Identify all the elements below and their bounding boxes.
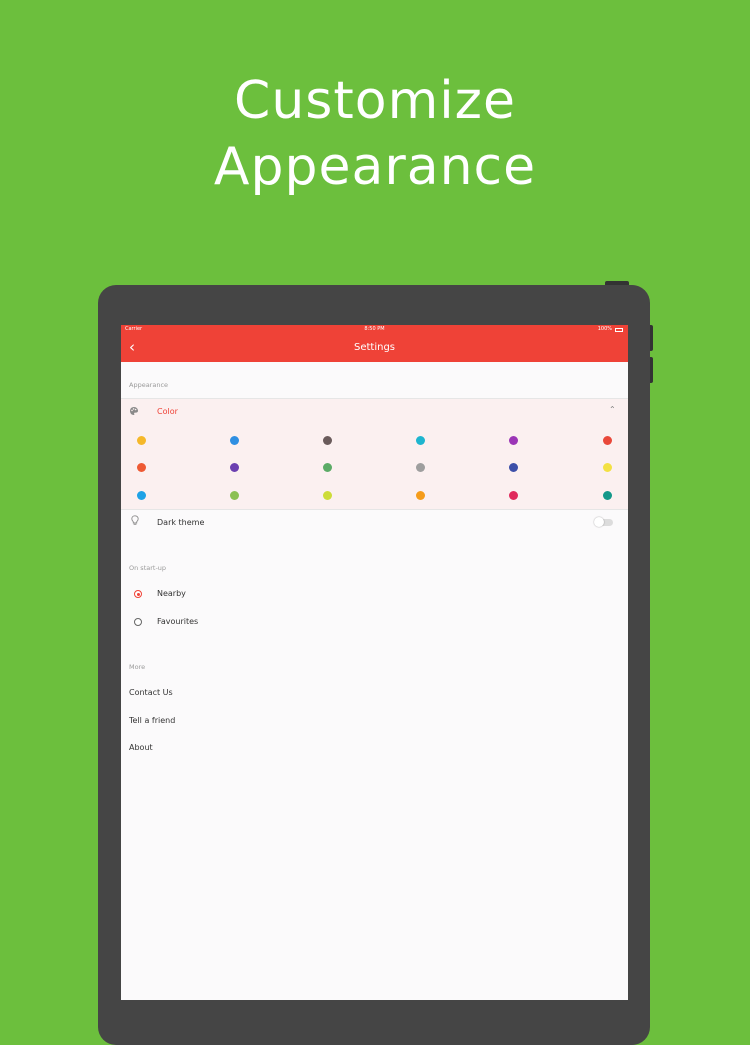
dark-theme-toggle[interactable]	[594, 517, 613, 527]
headline-line-1: Customize	[234, 71, 516, 131]
more-item-contact-us[interactable]: Contact Us	[129, 688, 173, 697]
radio-favourites[interactable]	[134, 618, 142, 626]
dark-theme-row[interactable]: Dark theme	[121, 510, 628, 536]
section-label-appearance: Appearance	[129, 381, 169, 389]
color-swatch[interactable]	[416, 490, 426, 500]
color-swatch[interactable]	[602, 463, 612, 472]
status-time: 8:50 PM	[364, 326, 385, 332]
color-swatch[interactable]	[416, 435, 426, 445]
settings-screen: Carrier 8:50 PM 100% ‹ Settings Appearan…	[121, 325, 628, 1000]
startup-option-nearby[interactable]: Nearby	[121, 583, 628, 605]
color-swatch[interactable]	[509, 490, 519, 500]
palette-icon	[129, 406, 139, 419]
more-item-about[interactable]: About	[129, 743, 153, 752]
color-swatch[interactable]	[136, 463, 146, 472]
color-swatch[interactable]	[602, 435, 612, 445]
color-swatch[interactable]	[509, 435, 519, 445]
color-swatch[interactable]	[322, 463, 332, 472]
color-swatch[interactable]	[322, 490, 332, 500]
color-swatch[interactable]	[322, 435, 332, 445]
status-battery: 100%	[597, 326, 612, 332]
color-swatch[interactable]	[229, 435, 239, 445]
headline-line-2: Appearance	[213, 137, 537, 197]
section-label-more: More	[129, 663, 146, 671]
startup-option-favourites[interactable]: Favourites	[121, 611, 628, 633]
lightbulb-icon	[131, 515, 139, 529]
headline: Customize Appearance	[0, 68, 750, 200]
color-label: Color	[157, 407, 178, 416]
radio-nearby[interactable]	[134, 590, 142, 598]
color-swatch[interactable]	[136, 490, 146, 500]
color-swatch[interactable]	[229, 490, 239, 500]
startup-option-label: Nearby	[157, 589, 186, 598]
status-bar: Carrier 8:50 PM 100%	[121, 325, 628, 334]
color-swatch[interactable]	[136, 435, 146, 445]
color-swatch[interactable]	[602, 490, 612, 500]
chevron-up-icon[interactable]: ⌃	[609, 405, 616, 414]
more-item-tell-a-friend[interactable]: Tell a friend	[129, 716, 175, 725]
dark-theme-label: Dark theme	[157, 518, 205, 527]
section-label-startup: On start-up	[129, 564, 167, 572]
battery-icon	[615, 328, 623, 332]
startup-option-label: Favourites	[157, 617, 199, 626]
page-title: Settings	[353, 342, 395, 353]
toggle-knob	[594, 517, 604, 527]
color-swatch[interactable]	[229, 463, 239, 472]
nav-bar: ‹ Settings	[121, 334, 628, 362]
color-row[interactable]: Color ⌃	[121, 399, 628, 425]
